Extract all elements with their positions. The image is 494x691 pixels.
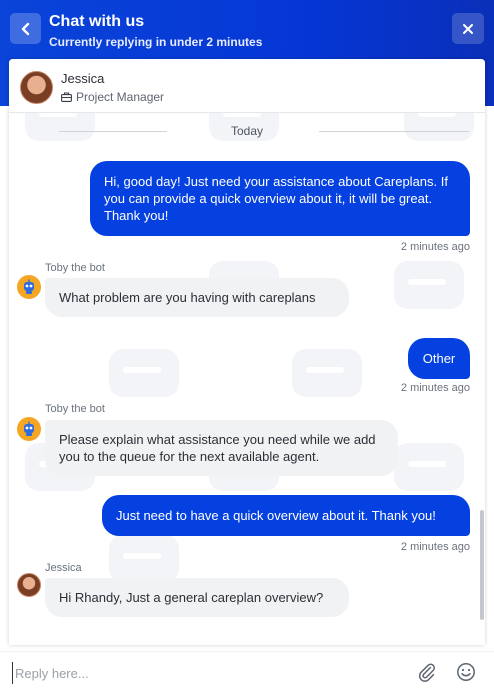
chat-panel: Jessica Project Manager Today Hi, good d… bbox=[9, 59, 485, 645]
attach-button[interactable] bbox=[417, 662, 439, 684]
agent-name: Jessica bbox=[61, 71, 105, 86]
paperclip-icon bbox=[418, 663, 435, 682]
incoming-message: What problem are you having with carepla… bbox=[45, 278, 349, 317]
composer-bar bbox=[0, 651, 494, 691]
robot-icon bbox=[24, 279, 34, 294]
chat-title: Chat with us bbox=[49, 13, 145, 30]
agent-role: Project Manager bbox=[61, 90, 164, 104]
incoming-message: Please explain what assistance you need … bbox=[45, 420, 398, 476]
bot-avatar bbox=[17, 417, 41, 441]
reply-input[interactable] bbox=[12, 662, 392, 684]
date-divider-label: Today bbox=[230, 124, 264, 138]
close-icon bbox=[463, 23, 473, 34]
background-bubble-icon bbox=[394, 443, 464, 491]
outgoing-message: Other bbox=[408, 338, 470, 379]
outgoing-message: Hi, good day! Just need your assistance … bbox=[90, 161, 470, 236]
message-timestamp: 2 minutes ago bbox=[400, 241, 470, 253]
background-bubble-icon bbox=[394, 261, 464, 309]
back-button[interactable] bbox=[10, 13, 41, 44]
smiley-icon bbox=[457, 663, 475, 681]
background-bubble-icon bbox=[109, 535, 179, 583]
message-timestamp: 2 minutes ago bbox=[400, 541, 470, 553]
chevron-left-icon bbox=[21, 22, 29, 35]
close-button[interactable] bbox=[452, 13, 484, 44]
sender-name: Jessica bbox=[45, 562, 82, 574]
background-bubble-icon bbox=[109, 349, 179, 397]
agent-info-bar: Jessica Project Manager bbox=[9, 59, 485, 113]
agent-avatar bbox=[20, 71, 53, 104]
emoji-button[interactable] bbox=[456, 662, 478, 684]
incoming-message: Hi Rhandy, Just a general careplan overv… bbox=[45, 578, 349, 617]
agent-role-label: Project Manager bbox=[76, 90, 165, 104]
agent-message-avatar bbox=[17, 573, 41, 597]
briefcase-icon bbox=[61, 92, 72, 102]
outgoing-message: Just need to have a quick overview about… bbox=[102, 495, 470, 536]
bot-avatar bbox=[17, 275, 41, 299]
sender-name: Toby the bot bbox=[45, 403, 105, 415]
message-scrollbar[interactable] bbox=[480, 510, 484, 620]
sender-name: Toby the bot bbox=[45, 262, 105, 274]
message-timestamp: 2 minutes ago bbox=[400, 382, 470, 394]
robot-icon bbox=[24, 421, 34, 436]
reply-time-subtitle: Currently replying in under 2 minutes bbox=[49, 35, 263, 49]
message-list[interactable]: Today Hi, good day! Just need your assis… bbox=[9, 113, 485, 645]
